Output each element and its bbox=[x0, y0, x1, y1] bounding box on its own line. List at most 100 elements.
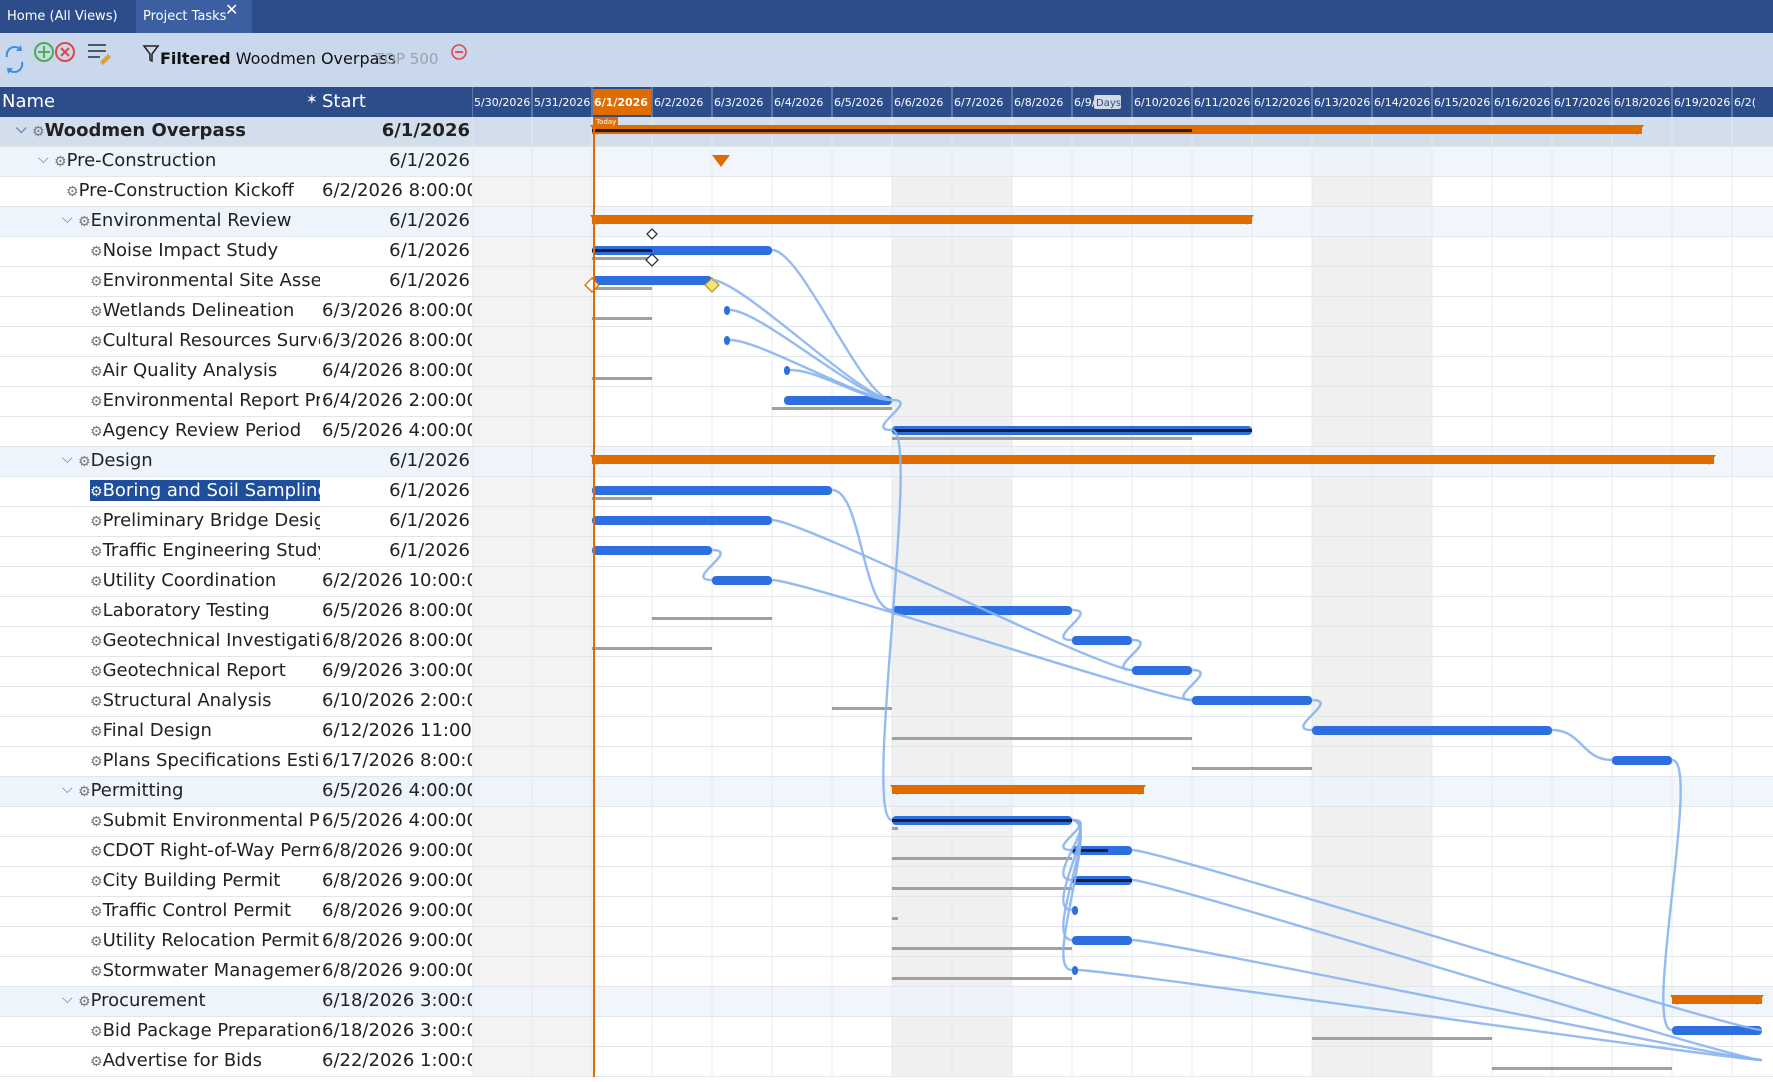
remove-filter-icon[interactable] bbox=[450, 33, 470, 87]
task-bar[interactable] bbox=[724, 336, 730, 345]
task-bar[interactable] bbox=[1132, 666, 1192, 675]
task-row[interactable]: ⚙Geotechnical Report 6/9/2026 3:00:00 bbox=[0, 657, 472, 687]
filter-icon[interactable] bbox=[142, 33, 162, 87]
task-name[interactable]: ⚙Stormwater Management bbox=[90, 960, 320, 981]
task-start-date[interactable]: 6/10/2026 2:00:0 bbox=[322, 690, 472, 711]
task-start-date[interactable]: 6/8/2026 9:00:00 bbox=[322, 840, 472, 861]
task-start-date[interactable]: 6/1/2026 bbox=[322, 510, 470, 531]
task-start-date[interactable]: 6/5/2026 8:00:00 bbox=[322, 600, 472, 621]
refresh-icon[interactable] bbox=[0, 33, 30, 87]
task-bar[interactable] bbox=[1192, 696, 1312, 705]
task-name[interactable]: ⚙Geotechnical Investigation bbox=[90, 630, 320, 651]
collapse-chevron-icon[interactable]: ⌵ bbox=[62, 211, 73, 227]
task-start-date[interactable]: 6/18/2026 3:00:0 bbox=[322, 990, 472, 1011]
task-start-date[interactable]: 6/3/2026 8:00:00 bbox=[322, 330, 472, 351]
task-row[interactable]: ⚙City Building Permit 6/8/2026 9:00:00 bbox=[0, 867, 472, 897]
task-name[interactable]: ⚙Advertise for Bids bbox=[90, 1050, 262, 1071]
collapse-chevron-icon[interactable]: ⌵ bbox=[16, 121, 27, 137]
collapse-chevron-icon[interactable]: ⌵ bbox=[62, 451, 73, 467]
task-row[interactable]: ⚙Stormwater Management 6/8/2026 9:00:00 bbox=[0, 957, 472, 987]
task-row[interactable]: ⚙Submit Environmental Permit6/5/2026 4:0… bbox=[0, 807, 472, 837]
task-start-date[interactable]: 6/4/2026 2:00:00 bbox=[322, 390, 472, 411]
task-bar[interactable] bbox=[1072, 906, 1078, 915]
task-name[interactable]: ⚙Utility Relocation Permit bbox=[90, 930, 319, 951]
task-start-date[interactable]: 6/12/2026 11:00: bbox=[322, 720, 472, 741]
top-limit-label[interactable]: TOP 500 bbox=[375, 50, 438, 68]
task-name[interactable]: ⚙Boring and Soil Sampling bbox=[90, 480, 320, 501]
task-name[interactable]: ⚙Noise Impact Study bbox=[90, 240, 278, 261]
task-start-date[interactable]: 6/22/2026 1:00:0 bbox=[322, 1050, 472, 1071]
task-start-date[interactable]: 6/9/2026 3:00:00 bbox=[322, 660, 472, 681]
summary-bar[interactable] bbox=[1670, 995, 1764, 1005]
task-start-date[interactable]: 6/1/2026 bbox=[322, 480, 470, 501]
task-bar[interactable] bbox=[1072, 966, 1078, 975]
task-start-date[interactable]: 6/1/2026 bbox=[322, 210, 470, 231]
task-bar[interactable] bbox=[724, 306, 730, 315]
task-name[interactable]: ⚙Procurement bbox=[78, 990, 206, 1011]
task-name[interactable]: ⚙Cultural Resources Survey bbox=[90, 330, 320, 351]
task-name[interactable]: ⚙Design bbox=[78, 450, 153, 471]
summary-bar[interactable] bbox=[590, 455, 1716, 465]
task-start-date[interactable]: 6/1/2026 bbox=[322, 120, 470, 141]
task-start-date[interactable]: 6/1/2026 bbox=[322, 450, 470, 471]
task-name[interactable]: ⚙Pre-Construction Kickoff bbox=[66, 180, 294, 201]
dependency-link[interactable] bbox=[1551, 728, 1613, 762]
task-start-date[interactable]: 6/1/2026 bbox=[322, 150, 470, 171]
task-bar[interactable] bbox=[1612, 756, 1672, 765]
column-header-start[interactable]: Start bbox=[322, 91, 366, 112]
filter-label[interactable]: Filtered Woodmen Overpass bbox=[160, 49, 396, 68]
summary-task-row[interactable]: ⌵ ⚙Permitting 6/5/2026 4:00:00 bbox=[0, 777, 472, 807]
task-name[interactable]: ⚙Traffic Engineering Study bbox=[90, 540, 320, 561]
collapse-chevron-icon[interactable]: ⌵ bbox=[62, 991, 73, 1007]
task-start-date[interactable]: 6/5/2026 4:00:00 bbox=[322, 420, 472, 441]
collapse-chevron-icon[interactable]: ⌵ bbox=[62, 781, 73, 797]
task-name[interactable]: ⚙CDOT Right-of-Way Permit bbox=[90, 840, 320, 861]
scale-badge[interactable]: Days bbox=[1094, 95, 1121, 109]
task-start-date[interactable]: 6/4/2026 8:00:00 bbox=[322, 360, 472, 381]
task-start-date[interactable]: 6/2/2026 10:00:0 bbox=[322, 570, 472, 591]
task-row[interactable]: ⚙Laboratory Testing 6/5/2026 8:00:00 bbox=[0, 597, 472, 627]
task-row[interactable]: ⚙Preliminary Bridge Design 6/1/2026 bbox=[0, 507, 472, 537]
delete-icon[interactable] bbox=[54, 33, 78, 87]
task-row[interactable]: ⚙Structural Analysis 6/10/2026 2:00:0 bbox=[0, 687, 472, 717]
task-bar[interactable] bbox=[592, 546, 712, 555]
task-name[interactable]: ⚙Agency Review Period bbox=[90, 420, 301, 441]
task-name[interactable]: ⚙Utility Coordination bbox=[90, 570, 276, 591]
pin-icon[interactable]: ✶ bbox=[306, 92, 318, 108]
task-name[interactable]: ⚙Wetlands Delineation bbox=[90, 300, 294, 321]
task-row[interactable]: ⚙Boring and Soil Sampling 6/1/2026 bbox=[0, 477, 472, 507]
task-name[interactable]: ⚙Permitting bbox=[78, 780, 183, 801]
task-bar[interactable] bbox=[592, 486, 832, 495]
task-bar[interactable] bbox=[712, 576, 772, 585]
task-start-date[interactable]: 6/8/2026 9:00:00 bbox=[322, 900, 472, 921]
milestone-diamond[interactable] bbox=[645, 253, 659, 267]
task-name[interactable]: ⚙Environmental Review bbox=[78, 210, 291, 231]
task-start-date[interactable]: 6/17/2026 8:00:0 bbox=[322, 750, 472, 771]
task-start-date[interactable]: 6/18/2026 3:00:0 bbox=[322, 1020, 472, 1041]
task-name[interactable]: ⚙Plans Specifications Estimate bbox=[90, 750, 320, 771]
task-row[interactable]: ⚙Pre-Construction Kickoff 6/2/2026 8:00:0… bbox=[0, 177, 472, 207]
task-start-date[interactable]: 6/8/2026 9:00:00 bbox=[322, 930, 472, 951]
task-row[interactable]: ⚙Agency Review Period 6/5/2026 4:00:00 bbox=[0, 417, 472, 447]
task-start-date[interactable]: 6/8/2026 9:00:00 bbox=[322, 870, 472, 891]
task-row[interactable]: ⚙CDOT Right-of-Way Permit 6/8/2026 9:00:0… bbox=[0, 837, 472, 867]
task-start-date[interactable]: 6/8/2026 8:00:00 bbox=[322, 630, 472, 651]
task-name[interactable]: ⚙Final Design bbox=[90, 720, 212, 741]
dependency-link[interactable] bbox=[831, 488, 893, 612]
task-start-date[interactable]: 6/8/2026 9:00:00 bbox=[322, 960, 472, 981]
summary-bar[interactable] bbox=[590, 215, 1254, 225]
task-row[interactable]: ⚙Air Quality Analysis 6/4/2026 8:00:00 bbox=[0, 357, 472, 387]
collapse-chevron-icon[interactable]: ⌵ bbox=[38, 151, 49, 167]
task-name[interactable]: ⚙City Building Permit bbox=[90, 870, 280, 891]
task-name[interactable]: ⚙Geotechnical Report bbox=[90, 660, 286, 681]
task-name[interactable]: ⚙Environmental Report Prep bbox=[90, 390, 320, 411]
close-tab-icon[interactable]: ✕ bbox=[225, 0, 238, 19]
summary-task-row[interactable]: ⌵ ⚙Procurement 6/18/2026 3:00:0 bbox=[0, 987, 472, 1017]
task-row[interactable]: ⚙Noise Impact Study 6/1/2026 bbox=[0, 237, 472, 267]
task-row[interactable]: ⚙Wetlands Delineation 6/3/2026 8:00:00 bbox=[0, 297, 472, 327]
task-name[interactable]: ⚙Pre-Construction bbox=[54, 150, 216, 171]
task-name[interactable]: ⚙Traffic Control Permit bbox=[90, 900, 291, 921]
task-name[interactable]: ⚙Air Quality Analysis bbox=[90, 360, 277, 381]
edit-list-icon[interactable] bbox=[86, 33, 114, 87]
summary-bar[interactable] bbox=[890, 785, 1146, 795]
